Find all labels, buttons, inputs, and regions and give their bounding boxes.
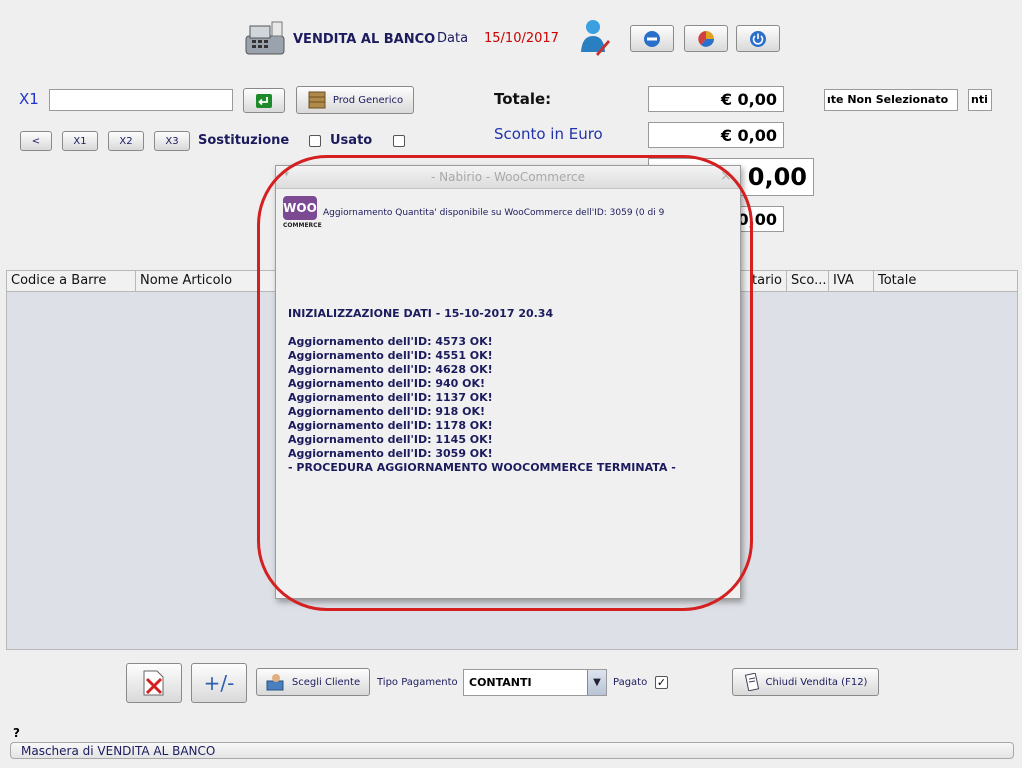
column-totale[interactable]: Totale (874, 271, 1017, 291)
stats-button[interactable] (684, 25, 728, 52)
user-icon[interactable] (578, 18, 612, 56)
sconto-field[interactable]: € 0,00 (648, 122, 784, 148)
quantity-label: X1 (19, 90, 39, 108)
delete-document-icon (143, 670, 164, 696)
column-codice[interactable]: Codice a Barre (7, 271, 136, 291)
prod-generico-label: Prod Generico (332, 94, 404, 106)
log-footer: - PROCEDURA AGGIORNAMENTO WOOCOMMERCE TE… (288, 461, 676, 474)
woocommerce-logo-sub: COMMERCE (283, 222, 322, 229)
sostituzione-checkbox[interactable] (309, 135, 321, 147)
log-line: Aggiornamento dell'ID: 4573 OK! (288, 335, 493, 348)
chevron-down-icon[interactable]: ▼ (587, 670, 606, 695)
tipo-pagamento-select[interactable]: CONTANTI ▼ (463, 669, 607, 696)
tipo-pagamento-label: Tipo Pagamento (377, 677, 458, 688)
minimize-button[interactable] (630, 25, 674, 52)
prod-generico-button[interactable]: Prod Generico (296, 86, 414, 114)
dialog-close-icon[interactable]: × (720, 168, 732, 184)
box-icon (308, 91, 326, 109)
column-sconto[interactable]: Sco... (787, 271, 829, 291)
pie-chart-icon (698, 30, 714, 47)
power-button[interactable] (736, 25, 780, 52)
client-field: ıte Non Selezionato (824, 89, 958, 111)
sostituzione-label: Sostituzione (198, 133, 290, 148)
usato-label: Usato (330, 133, 373, 148)
client-field-2: nti (968, 89, 992, 111)
chiudi-vendita-button[interactable]: Chiudi Vendita (F12) (732, 668, 879, 696)
status-message: Maschera di VENDITA AL BANCO (21, 744, 216, 758)
column-prezzo-unitario[interactable]: tario (733, 271, 787, 291)
dialog-status-text: Aggiornamento Quantita' disponibile su W… (323, 208, 665, 218)
log-line: Aggiornamento dell'ID: 918 OK! (288, 405, 486, 418)
status-bar: Maschera di VENDITA AL BANCO (10, 742, 1014, 759)
barcode-input[interactable] (49, 89, 233, 111)
enter-button[interactable] (243, 88, 285, 113)
client-field-text: ıte Non Selezionato (827, 93, 949, 106)
column-iva[interactable]: IVA (829, 271, 874, 291)
log-header: INIZIALIZZAZIONE DATI - 15-10-2017 20.34 (288, 307, 554, 320)
date-label: Data (437, 31, 469, 46)
plus-minus-button[interactable]: +/- (191, 663, 247, 703)
totale-label: Totale: (494, 90, 552, 108)
cash-register-icon (242, 20, 288, 58)
pagato-label: Pagato (613, 677, 648, 688)
log-line: Aggiornamento dell'ID: 1178 OK! (288, 419, 493, 432)
usato-checkbox[interactable] (393, 135, 405, 147)
log-line: Aggiornamento dell'ID: 940 OK! (288, 377, 486, 390)
scegli-cliente-label: Scegli Cliente (291, 676, 361, 688)
dialog-log: INIZIALIZZAZIONE DATI - 15-10-2017 20.34… (288, 307, 728, 475)
receipt-icon (744, 673, 759, 691)
log-line: Aggiornamento dell'ID: 4628 OK! (288, 363, 493, 376)
dialog-titlebar[interactable]: ▾ - Nabirio - WooCommerce × (276, 166, 740, 189)
woocommerce-logo-mark: WOO (283, 196, 317, 220)
date-value: 15/10/2017 (484, 31, 559, 46)
log-line: Aggiornamento dell'ID: 1137 OK! (288, 391, 493, 404)
scegli-cliente-button[interactable]: Scegli Cliente (256, 668, 370, 696)
log-line: Aggiornamento dell'ID: 3059 OK! (288, 447, 493, 460)
multiplier-x1-button[interactable]: X1 (62, 131, 98, 151)
page-title: VENDITA AL BANCO (293, 32, 436, 47)
plus-minus-label: +/- (203, 671, 235, 695)
totale-field: € 0,00 (648, 86, 784, 112)
log-line: Aggiornamento dell'ID: 4551 OK! (288, 349, 493, 362)
minimize-icon (644, 30, 660, 47)
delete-row-button[interactable] (126, 663, 182, 703)
client-field-2-text: nti (971, 93, 988, 106)
power-icon (750, 30, 766, 47)
log-line: Aggiornamento dell'ID: 1145 OK! (288, 433, 493, 446)
column-nome[interactable]: Nome Articolo (136, 271, 276, 291)
sconto-label: Sconto in Euro (494, 125, 603, 143)
multiplier-back-button[interactable]: < (20, 131, 52, 151)
enter-icon (256, 93, 272, 108)
pagato-checkbox[interactable]: ✓ (655, 676, 668, 689)
multiplier-x3-button[interactable]: X3 (154, 131, 190, 151)
client-icon (266, 674, 284, 691)
woocommerce-logo-icon: WOO COMMERCE (283, 196, 322, 232)
chiudi-vendita-label: Chiudi Vendita (F12) (765, 676, 868, 688)
multiplier-x2-button[interactable]: X2 (108, 131, 144, 151)
help-icon[interactable]: ? (13, 726, 20, 740)
tipo-pagamento-value: CONTANTI (469, 676, 532, 689)
woocommerce-dialog[interactable]: ▾ - Nabirio - WooCommerce × WOO COMMERCE… (275, 165, 741, 599)
dialog-title: - Nabirio - WooCommerce (431, 170, 585, 184)
